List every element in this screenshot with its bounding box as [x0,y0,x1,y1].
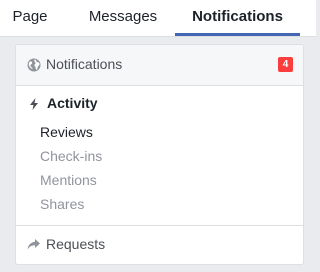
tab-page[interactable]: Page [0,0,60,36]
notification-count-badge: 4 [278,57,293,72]
tab-bar: Page Messages Notifications [0,0,316,37]
share-arrow-icon [27,239,40,250]
activity-item-reviews[interactable]: Reviews [40,124,93,140]
tab-messages[interactable]: Messages [71,0,175,36]
notifications-header[interactable]: Notifications 4 [16,45,303,86]
tab-notifications[interactable]: Notifications [175,0,300,36]
globe-icon [27,58,41,72]
activity-item-shares[interactable]: Shares [40,196,84,212]
activity-section-header[interactable]: Activity [16,93,303,115]
notifications-header-label: Notifications [46,56,123,72]
requests-label: Requests [46,236,106,252]
active-tab-indicator [175,33,300,36]
notifications-panel: Notifications 4 Activity Reviews Check-i… [15,44,304,265]
requests-item[interactable]: Requests [16,226,303,264]
activity-item-check-ins[interactable]: Check-ins [40,148,102,164]
activity-label: Activity [47,95,98,111]
activity-item-mentions[interactable]: Mentions [40,172,97,188]
bolt-icon [30,98,38,110]
